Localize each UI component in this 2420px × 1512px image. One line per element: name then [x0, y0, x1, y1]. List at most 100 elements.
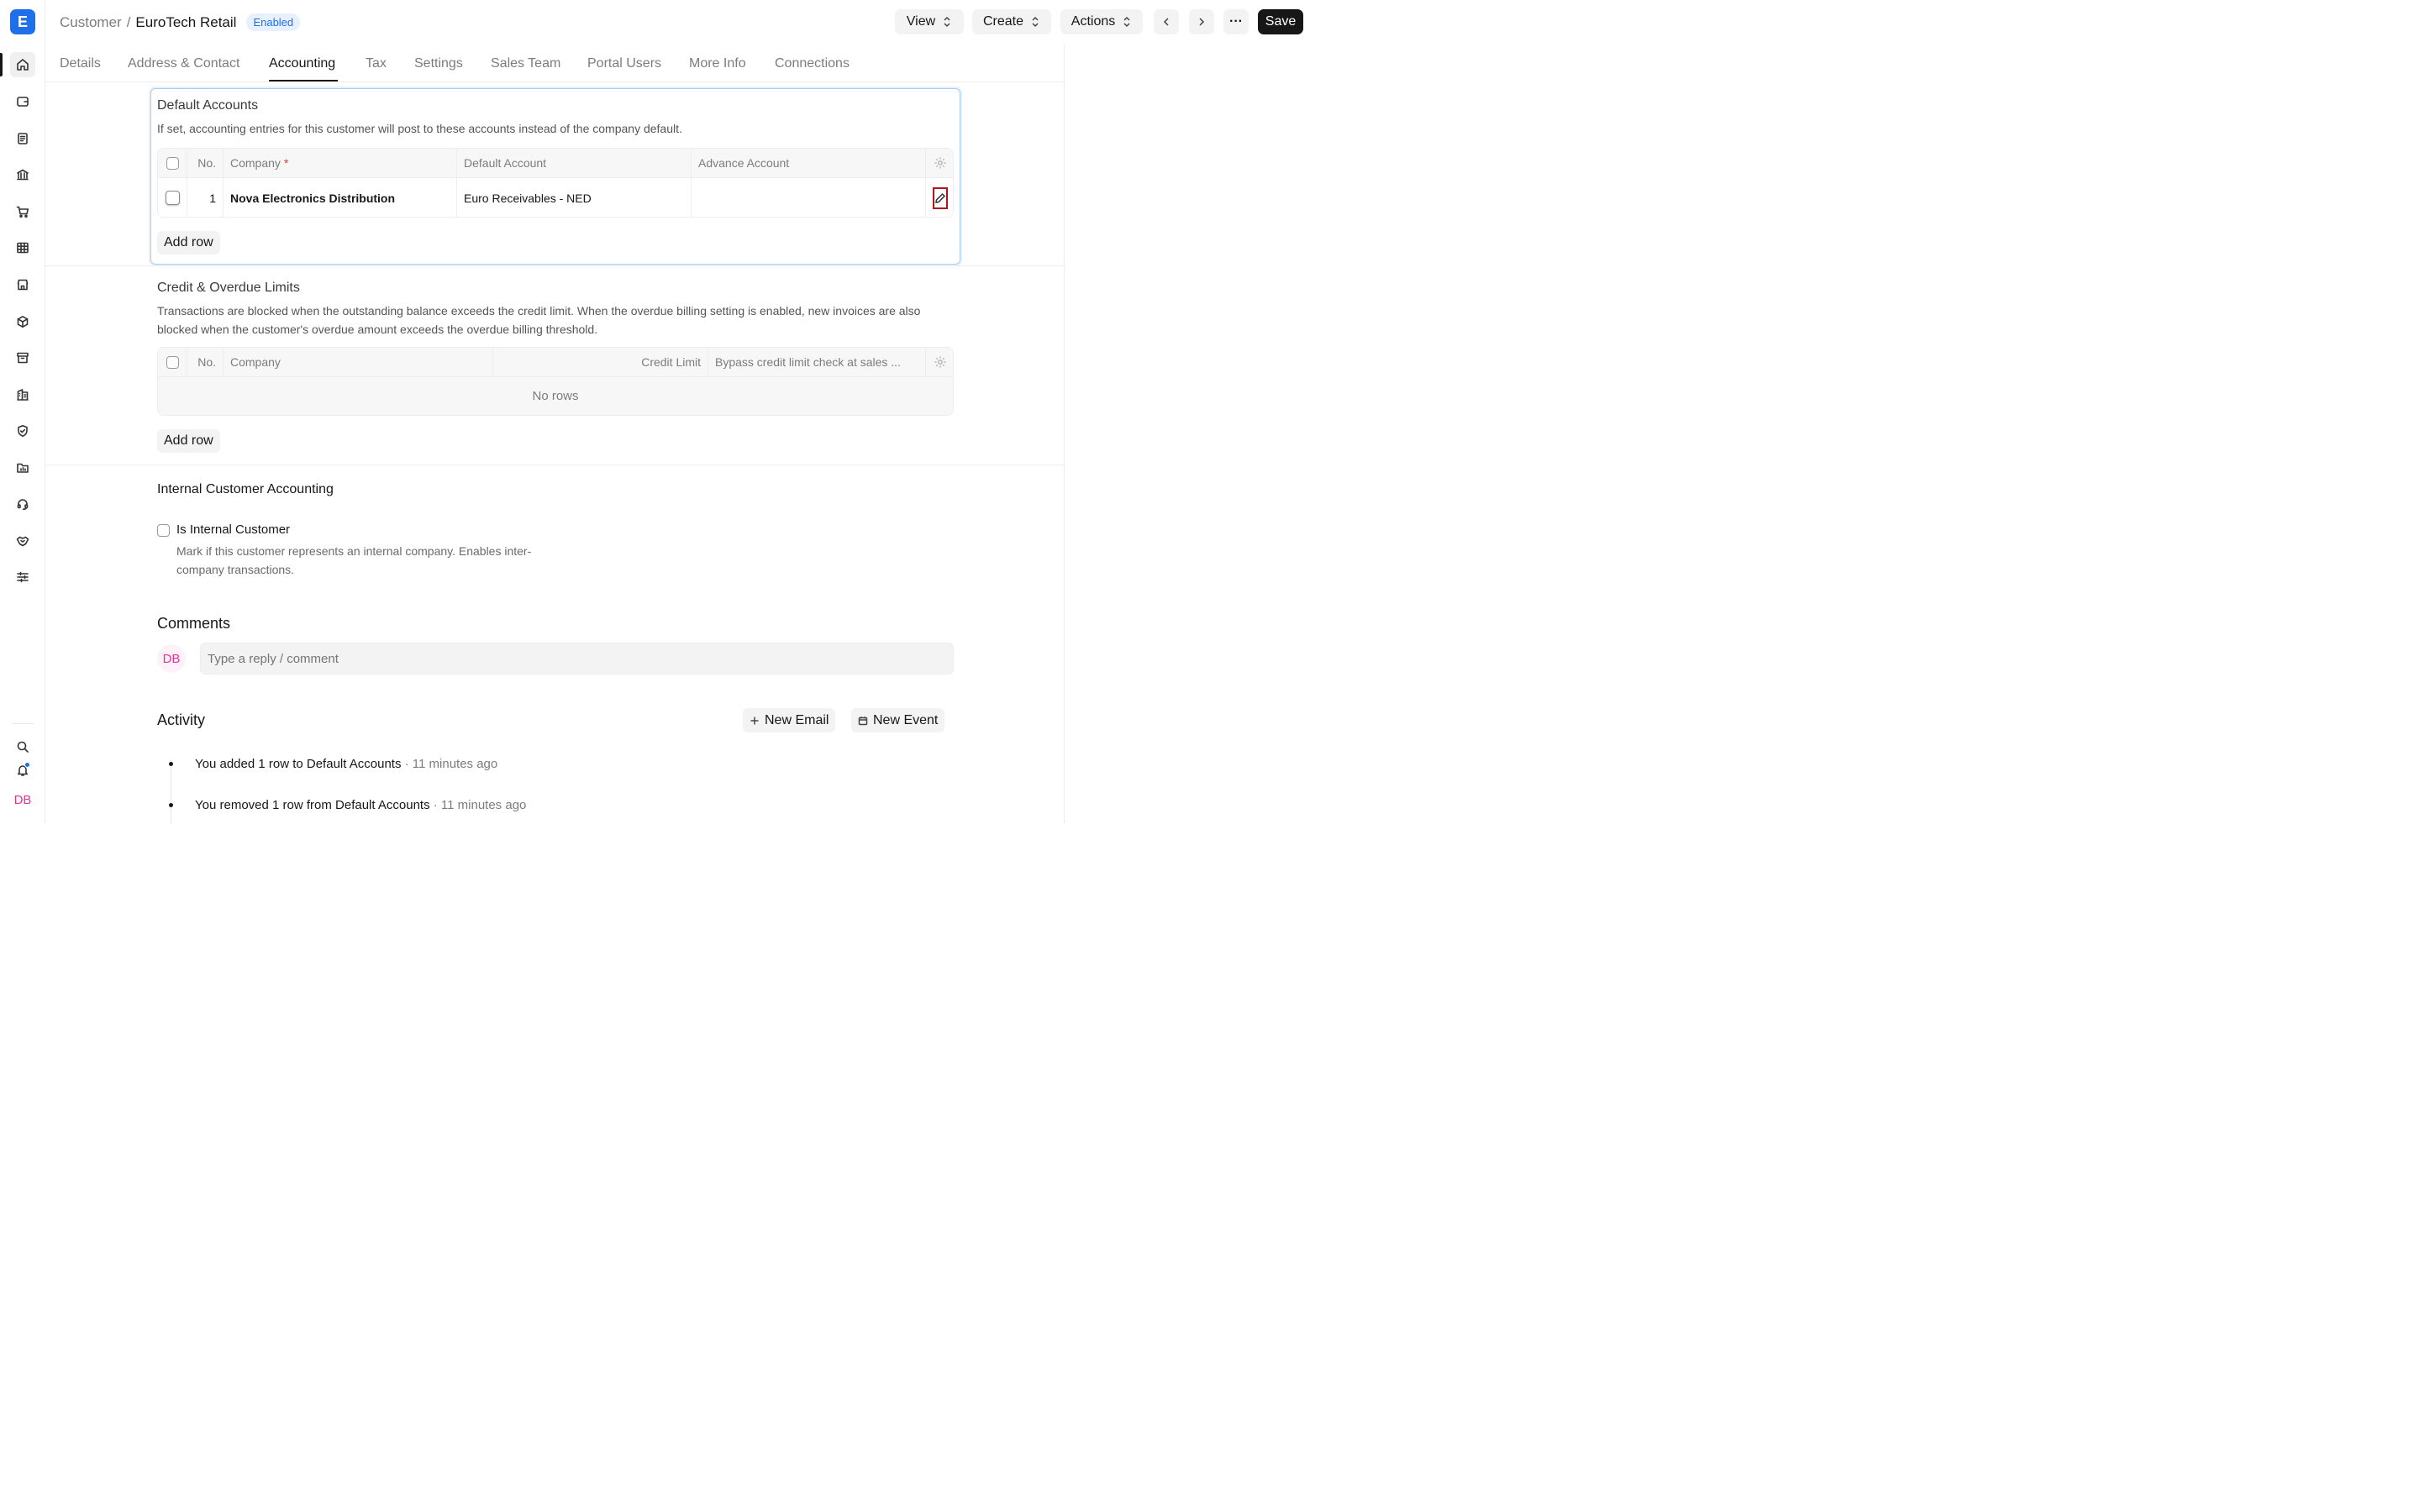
document-icon[interactable]: [10, 126, 35, 151]
wallet-icon[interactable]: [10, 89, 35, 114]
tab-more-info[interactable]: More Info: [689, 56, 746, 71]
select-all-checkbox[interactable]: [166, 355, 179, 369]
row-edit-cell: [926, 178, 953, 217]
column-credit-limit: Credit Limit: [493, 348, 708, 376]
table-icon[interactable]: [10, 235, 35, 260]
section-divider: [45, 265, 1065, 266]
ellipsis-icon: ···: [1229, 14, 1243, 29]
chevron-right-icon: [1199, 18, 1205, 26]
credit-limits-description: Transactions are blocked when the outsta…: [157, 304, 921, 336]
credit-limits-add-row-button[interactable]: Add row: [157, 429, 220, 453]
column-company: Company *: [224, 149, 457, 177]
plus-icon: [750, 717, 759, 724]
actions-button-label: Actions: [1071, 14, 1116, 29]
default-accounts-table: No. Company * Default Account Advance Ac…: [157, 148, 954, 218]
shield-icon[interactable]: [10, 418, 35, 444]
tab-settings[interactable]: Settings: [414, 56, 463, 71]
column-settings-button[interactable]: [926, 149, 953, 177]
row-checkbox-cell: [158, 178, 187, 217]
row-company[interactable]: Nova Electronics Distribution: [224, 178, 457, 217]
activity-item: You added 1 row to Default Accounts · 11…: [195, 757, 497, 771]
breadcrumb-parent[interactable]: Customer: [60, 14, 122, 31]
breadcrumb: Customer / EuroTech Retail Enabled: [60, 13, 301, 31]
breadcrumb-separator: /: [126, 13, 131, 30]
tab-connections[interactable]: Connections: [775, 56, 850, 71]
user-avatar[interactable]: DB: [10, 789, 35, 811]
table-row[interactable]: 1 Nova Electronics Distribution Euro Rec…: [158, 178, 953, 217]
gear-icon: [934, 157, 946, 169]
default-accounts-add-row-button[interactable]: Add row: [157, 231, 220, 255]
row-checkbox[interactable]: [165, 191, 180, 205]
tab-sales-team[interactable]: Sales Team: [491, 56, 560, 71]
comment-avatar: DB: [157, 644, 186, 673]
bank-icon[interactable]: [10, 162, 35, 187]
tab-portal-users[interactable]: Portal Users: [587, 56, 661, 71]
column-company: Company: [224, 348, 493, 376]
more-options-button[interactable]: ···: [1223, 9, 1249, 34]
timeline-dot: [169, 762, 173, 766]
chevron-left-icon: [1163, 18, 1169, 26]
active-tab-indicator: [269, 80, 338, 81]
activity-text: You added 1 row to Default Accounts: [195, 757, 402, 771]
pencil-icon: [935, 192, 946, 203]
header-checkbox-cell: [158, 149, 187, 177]
home-icon[interactable]: [10, 52, 35, 77]
internal-accounting-title: Internal Customer Accounting: [157, 482, 334, 496]
calendar-icon: [858, 716, 868, 725]
empty-table-message: No rows: [158, 377, 953, 415]
tab-tax[interactable]: Tax: [366, 56, 387, 71]
sidebar-divider: [12, 723, 34, 724]
cart-icon[interactable]: [10, 199, 35, 224]
building-icon[interactable]: [10, 382, 35, 407]
activity-time: · 11 minutes ago: [401, 757, 498, 771]
select-all-checkbox[interactable]: [166, 156, 179, 170]
actions-button[interactable]: Actions: [1060, 9, 1143, 34]
create-button-label: Create: [982, 14, 1024, 29]
save-button-label: Save: [1265, 14, 1297, 29]
column-bypass-credit-check: Bypass credit limit check at sales ...: [708, 348, 926, 376]
notification-dot: [24, 762, 30, 768]
page-title: EuroTech Retail: [135, 13, 237, 30]
is-internal-customer-label[interactable]: Is Internal Customer: [176, 522, 290, 537]
default-accounts-description: If set, accounting entries for this cust…: [157, 122, 682, 135]
sidebar-active-indicator: [0, 53, 3, 76]
bell-icon[interactable]: [10, 758, 35, 783]
column-settings-button[interactable]: [926, 348, 953, 376]
row-edit-button[interactable]: [933, 186, 948, 209]
tab-bar: Details Address & Contact Accounting Tax…: [45, 45, 1065, 82]
row-advance-account[interactable]: [692, 178, 926, 217]
credit-limits-table: No. Company Credit Limit Bypass credit l…: [157, 347, 954, 416]
store-icon[interactable]: [10, 272, 35, 297]
default-accounts-title: Default Accounts: [157, 98, 259, 113]
headset-icon[interactable]: [10, 491, 35, 517]
app-logo[interactable]: E: [10, 9, 35, 34]
save-button[interactable]: Save: [1258, 9, 1303, 34]
activity-time: · 11 minutes ago: [429, 798, 527, 812]
comment-input[interactable]: [200, 643, 954, 675]
archive-icon[interactable]: [10, 345, 35, 370]
table-header: No. Company * Default Account Advance Ac…: [158, 149, 953, 178]
column-default-account: Default Account: [457, 149, 692, 177]
new-event-button[interactable]: New Event: [851, 708, 945, 732]
box-icon[interactable]: [10, 309, 35, 334]
row-default-account[interactable]: Euro Receivables - NED: [457, 178, 692, 217]
column-company-label: Company: [230, 156, 281, 170]
column-no: No.: [187, 149, 224, 177]
view-button[interactable]: View: [895, 9, 964, 34]
next-button[interactable]: [1189, 9, 1214, 34]
previous-button[interactable]: [1154, 9, 1179, 34]
tab-address-contact[interactable]: Address & Contact: [128, 56, 239, 71]
sliders-icon[interactable]: [10, 564, 35, 590]
is-internal-customer-checkbox[interactable]: [157, 524, 170, 537]
new-email-button[interactable]: New Email: [743, 708, 836, 732]
folder-chart-icon[interactable]: [10, 455, 35, 480]
tab-details[interactable]: Details: [60, 56, 101, 71]
search-icon[interactable]: [10, 734, 35, 759]
chevron-updown-icon: [1123, 16, 1130, 28]
create-button[interactable]: Create: [972, 9, 1051, 34]
sidebar: E DB: [0, 0, 45, 823]
activity-heading: Activity: [157, 711, 206, 728]
tab-accounting[interactable]: Accounting: [269, 56, 335, 71]
comments-heading: Comments: [157, 615, 231, 632]
handshake-icon[interactable]: [10, 528, 35, 554]
